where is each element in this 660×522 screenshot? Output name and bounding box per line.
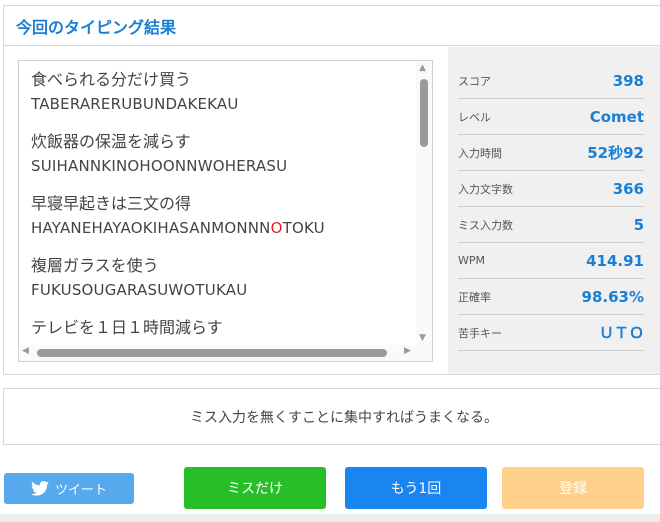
horizontal-scrollbar[interactable]: ◀ ▶ bbox=[19, 345, 432, 361]
scroll-down-icon[interactable]: ▼ bbox=[419, 333, 426, 343]
advice-box: ミス入力を無くすことに集中すればうまくなる。 bbox=[3, 388, 660, 445]
stat-value: 5 bbox=[633, 215, 644, 234]
stat-value: 366 bbox=[612, 179, 644, 198]
stat-input-time: 入力時間 52秒92 bbox=[458, 135, 644, 171]
vertical-scrollbar[interactable]: ▲ ▼ bbox=[416, 61, 432, 346]
list-item: 早寝早起きは三文の得 HAYANEHAYAOKIHASANMONNNOTOKU bbox=[31, 191, 411, 239]
scroll-up-icon[interactable]: ▲ bbox=[419, 63, 426, 73]
stats-panel: スコア 398 レベル Comet 入力時間 52秒92 入力文字数 366 ミ… bbox=[448, 47, 660, 374]
tweet-label: ツイート bbox=[54, 483, 107, 498]
stat-weak-keys: 苦手キー ＵＴＯ bbox=[458, 315, 644, 351]
horizontal-scroll-thumb[interactable] bbox=[37, 349, 387, 357]
phrase-romaji: FUKUSOUGARASUWOTUKAU bbox=[31, 281, 248, 299]
stat-value: 98.63% bbox=[581, 287, 644, 306]
phrase-romaji: SUIHANNKINOHOONNWOHERASU bbox=[31, 157, 288, 175]
miss-only-button[interactable]: ミスだけ bbox=[184, 467, 326, 509]
stat-value: 398 bbox=[612, 71, 644, 90]
list-item: 複層ガラスを使う FUKUSOUGARASUWOTUKAU bbox=[31, 253, 411, 301]
stat-miss-count: ミス入力数 5 bbox=[458, 207, 644, 243]
stat-accuracy: 正確率 98.63% bbox=[458, 279, 644, 315]
stat-label: WPM bbox=[458, 254, 486, 267]
stat-level: レベル Comet bbox=[458, 99, 644, 135]
phrase-japanese: 食べられる分だけ買う bbox=[31, 70, 192, 89]
stat-value: Comet bbox=[589, 107, 644, 126]
stat-value: 414.91 bbox=[586, 251, 644, 270]
result-panel: 今回のタイピング結果 食べられる分だけ買う TABERARERUBUNDAKEK… bbox=[3, 5, 660, 375]
advice-text: ミス入力を無くすことに集中すればうまくなる。 bbox=[190, 409, 498, 426]
phrase-japanese: テレビを１日１時間減らす bbox=[31, 318, 223, 337]
romaji-correct: TOKU bbox=[282, 219, 325, 237]
list-item: テレビを１日１時間減らす bbox=[31, 315, 411, 341]
panel-title: 今回のタイピング結果 bbox=[16, 17, 177, 37]
twitter-bird-icon bbox=[30, 481, 49, 496]
register-button[interactable]: 登録 bbox=[502, 467, 644, 509]
bottom-bar bbox=[0, 514, 660, 522]
stat-value: 52秒92 bbox=[587, 144, 644, 162]
list-item: 食べられる分だけ買う TABERARERUBUNDAKEKAU bbox=[31, 67, 411, 115]
retry-button[interactable]: もう1回 bbox=[345, 467, 487, 509]
stat-value: ＵＴＯ bbox=[598, 324, 644, 342]
stat-char-count: 入力文字数 366 bbox=[458, 171, 644, 207]
romaji-correct: HAYANEHAYAOKIHASANMONNN bbox=[31, 219, 271, 237]
phrase-romaji: HAYANEHAYAOKIHASANMONNNOTOKU bbox=[31, 217, 411, 239]
stat-wpm: WPM 414.91 bbox=[458, 243, 644, 279]
phrase-japanese: 早寝早起きは三文の得 bbox=[31, 194, 192, 213]
typed-phrases-content: 食べられる分だけ買う TABERARERUBUNDAKEKAU 炊飯器の保温を減… bbox=[31, 67, 411, 355]
stat-label: 正確率 bbox=[458, 290, 491, 304]
typed-phrases-list[interactable]: 食べられる分だけ買う TABERARERUBUNDAKEKAU 炊飯器の保温を減… bbox=[18, 60, 433, 362]
tweet-button[interactable]: ツイート bbox=[4, 473, 134, 504]
phrase-japanese: 炊飯器の保温を減らす bbox=[31, 132, 191, 151]
stat-label: スコア bbox=[458, 74, 491, 88]
stat-label: 苦手キー bbox=[458, 326, 502, 340]
stat-score: スコア 398 bbox=[458, 63, 644, 99]
scroll-left-icon[interactable]: ◀ bbox=[22, 346, 29, 356]
phrase-romaji: TABERARERUBUNDAKEKAU bbox=[31, 95, 239, 113]
stat-label: ミス入力数 bbox=[458, 218, 513, 232]
stat-label: レベル bbox=[458, 110, 491, 124]
phrase-japanese: 複層ガラスを使う bbox=[31, 256, 159, 275]
scroll-right-icon[interactable]: ▶ bbox=[404, 346, 411, 356]
stat-label: 入力文字数 bbox=[458, 182, 513, 196]
vertical-scroll-thumb[interactable] bbox=[420, 79, 428, 147]
panel-header: 今回のタイピング結果 bbox=[4, 6, 660, 46]
list-item: 炊飯器の保温を減らす SUIHANNKINOHOONNWOHERASU bbox=[31, 129, 411, 177]
stat-label: 入力時間 bbox=[458, 146, 502, 160]
romaji-miss-char: O bbox=[270, 219, 283, 237]
